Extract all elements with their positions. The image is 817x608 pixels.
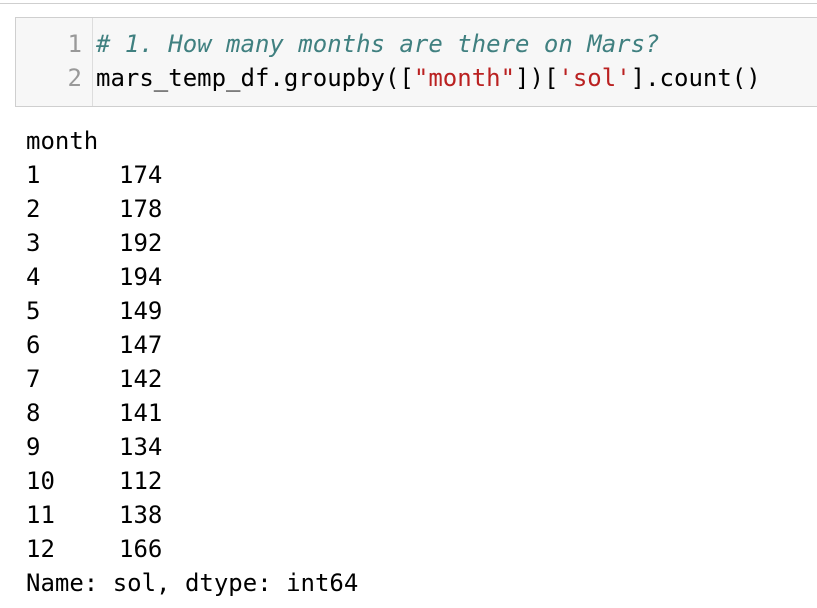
row-count: 138 [119, 501, 163, 529]
row-month: 5 [26, 297, 41, 325]
line-number-gutter: 1 2 [16, 18, 93, 106]
code-token: ])[ [515, 64, 559, 92]
code-input-cell[interactable]: 1 2 # 1. How many months are there on Ma… [15, 17, 817, 107]
row-month: 1 [26, 161, 41, 189]
table-row: 4 194 [26, 260, 326, 294]
row-count: 174 [119, 161, 163, 189]
row-count: 141 [119, 399, 163, 427]
output-footer: Name: sol, dtype: int64 [26, 569, 359, 597]
cell-separator [0, 3, 817, 4]
row-month: 10 [26, 467, 55, 495]
table-row: 6 147 [26, 328, 326, 362]
row-month: 4 [26, 263, 41, 291]
code-string: 'sol' [558, 64, 631, 92]
row-count: 192 [119, 229, 163, 257]
row-count: 178 [119, 195, 163, 223]
code-comment: # 1. How many months are there on Mars? [96, 30, 660, 58]
line-number: 1 [67, 30, 82, 58]
code-line-1[interactable]: # 1. How many months are there on Mars? [96, 27, 660, 61]
row-count: 166 [119, 535, 163, 563]
table-row: 11 138 [26, 498, 326, 532]
code-token: ].count() [630, 64, 761, 92]
table-row: 2 178 [26, 192, 326, 226]
row-count: 142 [119, 365, 163, 393]
output-index-name: month [26, 127, 99, 155]
row-count: 194 [119, 263, 163, 291]
code-token: mars_temp_df.groupby([ [96, 64, 414, 92]
row-month: 12 [26, 535, 55, 563]
table-row: 10 112 [26, 464, 326, 498]
table-row: 1 174 [26, 158, 326, 192]
table-row: 8 141 [26, 396, 326, 430]
code-string: "month" [413, 64, 516, 92]
row-month: 6 [26, 331, 41, 359]
row-count: 112 [119, 467, 163, 495]
table-row: 7 142 [26, 362, 326, 396]
row-count: 134 [119, 433, 163, 461]
table-row: 12 166 [26, 532, 326, 566]
table-row: 3 192 [26, 226, 326, 260]
line-number: 2 [67, 64, 82, 92]
row-month: 9 [26, 433, 41, 461]
code-line-2[interactable]: mars_temp_df.groupby(["month"])['sol'].c… [96, 61, 761, 95]
row-month: 3 [26, 229, 41, 257]
row-month: 2 [26, 195, 41, 223]
row-count: 147 [119, 331, 163, 359]
row-month: 11 [26, 501, 55, 529]
row-month: 7 [26, 365, 41, 393]
row-count: 149 [119, 297, 163, 325]
row-month: 8 [26, 399, 41, 427]
table-row: 9 134 [26, 430, 326, 464]
table-row: 5 149 [26, 294, 326, 328]
